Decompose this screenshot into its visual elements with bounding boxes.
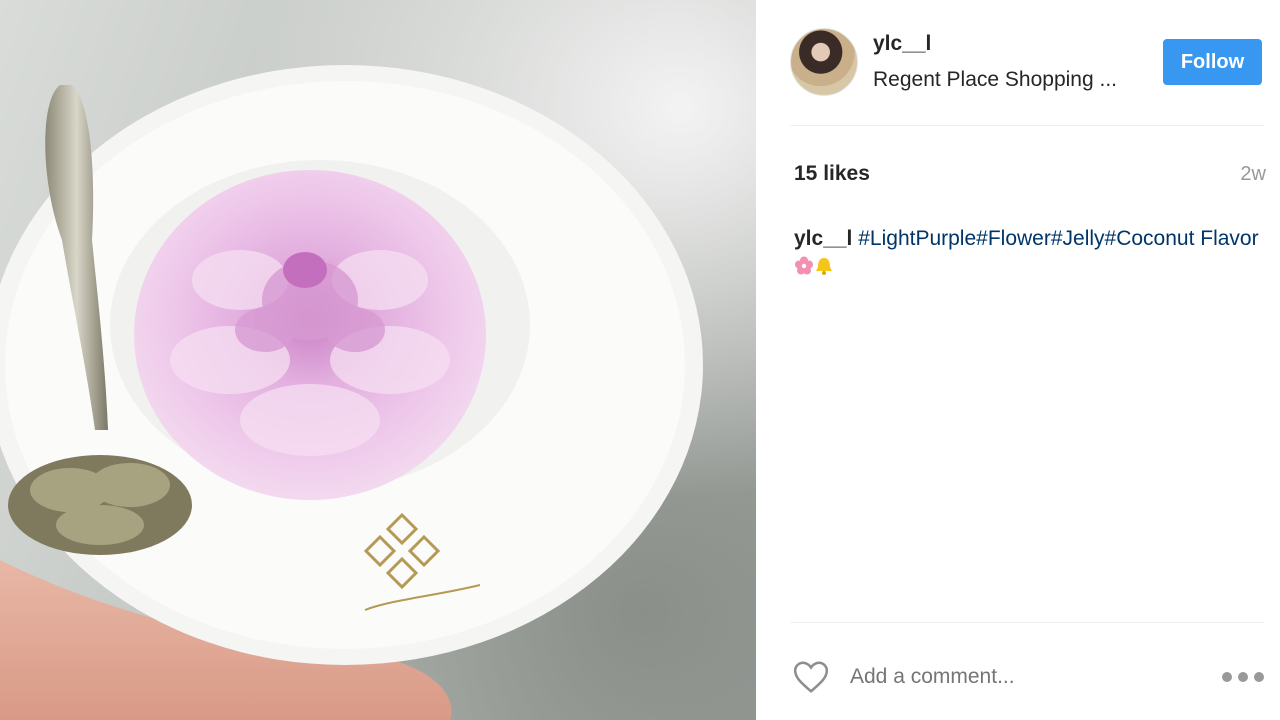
- footer-divider: [790, 622, 1264, 623]
- more-options-icon[interactable]: [1222, 672, 1264, 684]
- jelly-dessert-image: [0, 65, 703, 720]
- post-location[interactable]: Regent Place Shopping ...: [873, 68, 1117, 92]
- caption-username[interactable]: ylc__l: [794, 227, 852, 250]
- comment-input[interactable]: [850, 665, 1150, 689]
- header-divider: [790, 125, 1264, 126]
- likes-count[interactable]: 15 likes: [794, 162, 870, 186]
- user-avatar[interactable]: [790, 28, 858, 96]
- cherry-blossom-emoji: [794, 255, 814, 284]
- post-details-panel: ylc__l Regent Place Shopping ... Follow …: [756, 0, 1280, 720]
- post-caption: ylc__l #LightPurple#Flower#Jelly#Coconut…: [794, 224, 1264, 284]
- post-time[interactable]: 2w: [1240, 163, 1266, 186]
- caption-hashtags[interactable]: #LightPurple#Flower#Jelly#Coconut Flavor: [858, 227, 1258, 250]
- bell-emoji: [814, 255, 834, 284]
- post-username[interactable]: ylc__l: [873, 32, 931, 56]
- post-photo[interactable]: [0, 0, 756, 720]
- follow-button[interactable]: Follow: [1163, 39, 1262, 85]
- heart-icon[interactable]: [792, 658, 830, 696]
